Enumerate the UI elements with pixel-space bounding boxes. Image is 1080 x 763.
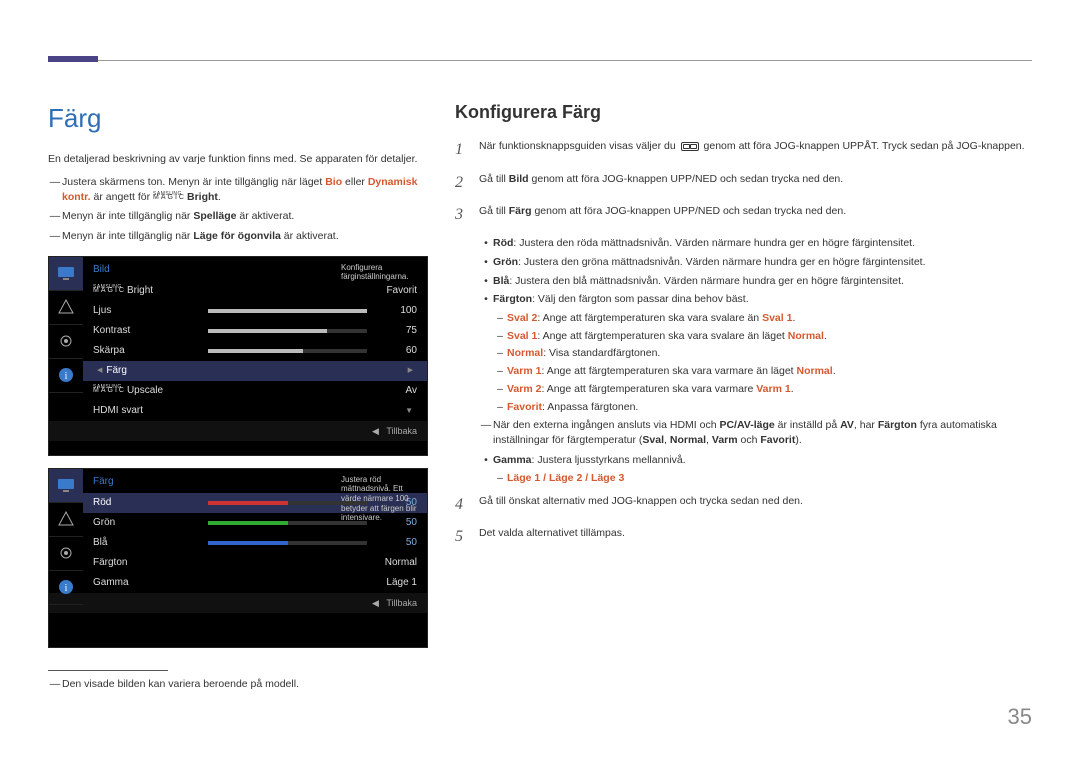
- osd-footer: ◀ Tillbaka: [49, 593, 427, 614]
- sub-favorit: ‒Favorit: Anpassa färgtonen.: [493, 400, 1035, 415]
- sub-varm2: ‒Varm 2: Ange att färgtemperaturen ska v…: [493, 382, 1035, 397]
- osd-tooltip: Konfigurera färginställningarna.: [341, 263, 421, 282]
- osd-row-upscale: SAMSUNGMAGICUpscale Av: [83, 381, 427, 401]
- bullet-bla: •Blå: Justera den blå mättnadsnivån. Vär…: [479, 274, 1035, 289]
- bullet-gron: •Grön: Justera den gröna mättnadsnivån. …: [479, 255, 1035, 270]
- sub-gamma: ‒Läge 1 / Läge 2 / Läge 3: [493, 471, 1035, 486]
- info-icon: i: [49, 571, 83, 605]
- footnote-line-3: ― Menyn är inte tillgänglig när Läge för…: [48, 229, 428, 244]
- osd-row-ljus: Ljus 100: [83, 301, 427, 321]
- monitor-icon: [49, 469, 83, 503]
- step-3: 3 Gå till Färg genom att föra JOG-knappe…: [455, 204, 1035, 226]
- footnote-separator: [48, 670, 168, 671]
- step-1: 1 När funktionsknappsguiden visas väljer…: [455, 139, 1035, 161]
- sub-sval2: ‒Sval 2: Ange att färgtemperaturen ska v…: [493, 311, 1035, 326]
- osd-row-fargton: Färgton Normal: [83, 553, 427, 573]
- bullet-rod: •Röd: Justera den röda mättnadsnivån. Vä…: [479, 236, 1035, 251]
- settings-tri-icon: [49, 503, 83, 537]
- footnote-line-1: ― Justera skärmens ton. Menyn är inte ti…: [48, 175, 428, 204]
- model-footnote: ― Den visade bilden kan variera beroende…: [48, 677, 428, 692]
- sub-varm1: ‒Varm 1: Ange att färgtemperaturen ska v…: [493, 364, 1035, 379]
- hdmi-note: ― När den externa ingången ansluts via H…: [479, 418, 1035, 447]
- header-accent: [48, 56, 98, 62]
- gear-icon: [49, 537, 83, 571]
- header-rule: [48, 60, 1032, 61]
- step-2: 2 Gå till Bild genom att föra JOG-knappe…: [455, 172, 1035, 194]
- osd-menu-farg: i Justera röd mättnadsnivå. Ett värde nä…: [48, 468, 428, 648]
- osd-row-farg: ◀ Färg ▶: [83, 361, 427, 381]
- gear-icon: [49, 325, 83, 359]
- osd-menu-bild: i Konfigurera färginställningarna. Bild …: [48, 256, 428, 456]
- page-title: Färg: [48, 100, 428, 136]
- info-icon: i: [49, 359, 83, 393]
- left-column: Färg En detaljerad beskrivning av varje …: [48, 100, 428, 697]
- page-number: 35: [1008, 702, 1032, 733]
- samsung-magic-icon: SAMSUNGMAGIC: [153, 193, 186, 201]
- step-5: 5 Det valda alternativet tillämpas.: [455, 526, 1035, 548]
- right-column: Konfigurera Färg 1 När funktionsknappsgu…: [455, 100, 1035, 559]
- step-4: 4 Gå till önskat alternativ med JOG-knap…: [455, 494, 1035, 516]
- osd-row-hdmi: HDMI svart ▼: [83, 401, 427, 421]
- osd-row-bla: Blå 50: [83, 533, 427, 553]
- osd-footer: ◀ Tillbaka: [49, 421, 427, 442]
- svg-text:i: i: [65, 583, 68, 594]
- osd-row-magic-bright: SAMSUNGMAGICBright Favorit: [83, 281, 427, 301]
- sub-normal: ‒Normal: Visa standardfärgtonen.: [493, 346, 1035, 361]
- footnote-line-2: ― Menyn är inte tillgänglig när Spelläge…: [48, 209, 428, 224]
- osd-row-kontrast: Kontrast 75: [83, 321, 427, 341]
- menu-icon: [681, 142, 699, 151]
- monitor-icon: [49, 257, 83, 291]
- intro-text: En detaljerad beskrivning av varje funkt…: [48, 152, 428, 167]
- osd-row-skarpa: Skärpa 60: [83, 341, 427, 361]
- settings-tri-icon: [49, 291, 83, 325]
- bullet-gamma: •Gamma: Justera ljusstyrkans mellannivå.: [479, 453, 1035, 468]
- osd-row-gamma: Gamma Läge 1: [83, 573, 427, 593]
- bullet-fargton: •Färgton: Välj den färgton som passar di…: [479, 292, 1035, 307]
- sub-sval1: ‒Sval 1: Ange att färgtemperaturen ska v…: [493, 329, 1035, 344]
- osd-tooltip: Justera röd mättnadsnivå. Ett värde närm…: [341, 475, 421, 523]
- section-title: Konfigurera Färg: [455, 100, 1035, 125]
- svg-text:i: i: [65, 371, 68, 382]
